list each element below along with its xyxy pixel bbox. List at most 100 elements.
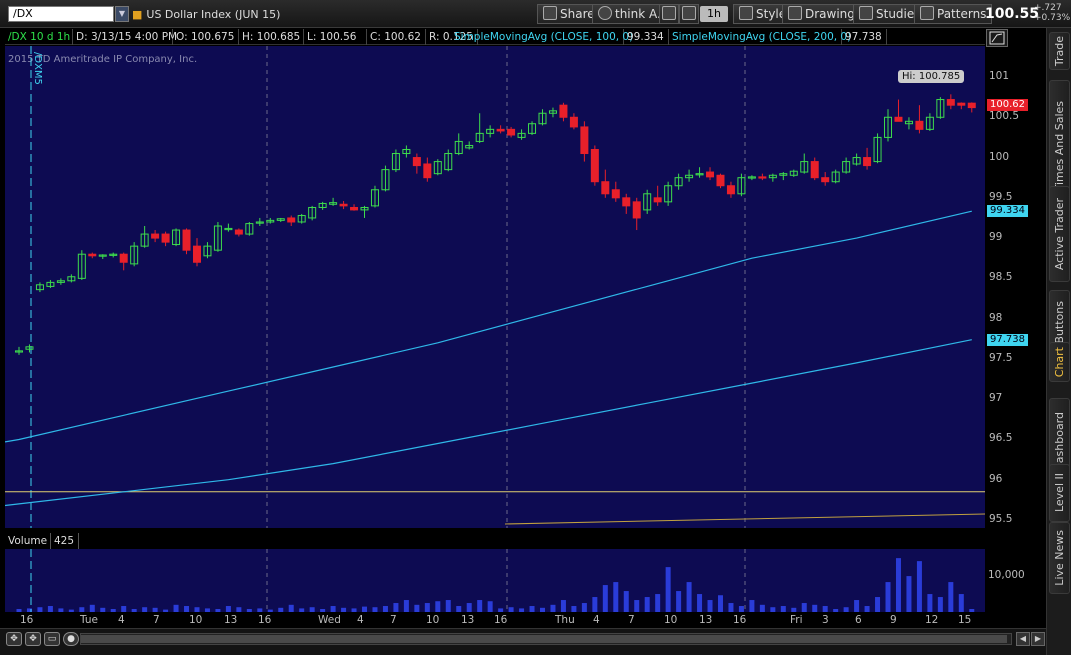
symbol-dropdown-button[interactable]: ▼ [115, 6, 129, 22]
crosshair-tool-button[interactable] [659, 4, 679, 24]
candle-body [192, 245, 201, 263]
time-axis-tick: Fri [790, 614, 803, 626]
patterns-icon [920, 6, 934, 20]
volume-bar [173, 604, 179, 612]
candle-body [569, 116, 578, 128]
last-price: 100.55 [985, 6, 1040, 22]
volume-bar [634, 600, 640, 612]
candle-body [88, 253, 97, 257]
time-axis-tick: 10 [189, 614, 203, 626]
time-axis-tick: 13 [461, 614, 475, 626]
time-axis-tick: 7 [628, 614, 635, 626]
volume-value: 425 [51, 533, 79, 549]
reset-zoom-icon[interactable]: ● [63, 632, 79, 646]
scroll-left-icon[interactable]: ◀ [1016, 632, 1030, 646]
volume-label: Volume [5, 533, 51, 549]
candle-body [758, 176, 767, 179]
price-axis-tick: 96.5 [989, 432, 1013, 445]
flag-icon: ■ [132, 8, 143, 21]
candle-body [957, 102, 966, 106]
aggregation-button[interactable]: 1h [700, 6, 728, 22]
time-axis-tick: 10 [426, 614, 440, 626]
candle-body [182, 229, 191, 251]
volume-bar [686, 582, 692, 612]
candle-body [161, 233, 170, 243]
volume-bar [393, 603, 399, 612]
patterns-button[interactable]: Patterns [914, 4, 993, 24]
volume-bar [707, 600, 713, 612]
volume-bar [665, 567, 671, 612]
volume-bar [676, 591, 682, 612]
volume-bar [403, 600, 409, 612]
style-icon [739, 6, 753, 20]
zoom-box-icon[interactable]: ▭ [44, 632, 60, 646]
price-axis-tick: 99.5 [989, 190, 1013, 203]
volume-bar [592, 597, 598, 612]
time-axis-tick: 16 [258, 614, 272, 626]
candle-body [706, 171, 715, 178]
price-axis-tick: 99 [989, 231, 1003, 244]
header-sma200-value: 97.738 [842, 29, 887, 45]
horizontal-scrollbar[interactable] [80, 633, 1012, 645]
pan-icon[interactable]: ✥ [6, 632, 22, 646]
wrench-icon [682, 6, 696, 20]
time-axis-tick: Thu [555, 614, 575, 626]
candle-body [151, 233, 160, 239]
tab-level-ii[interactable]: Level II [1049, 464, 1070, 522]
header-low: L: 100.56 [304, 29, 367, 45]
symbol-input[interactable]: /DX [8, 6, 114, 22]
time-axis-tick: 4 [118, 614, 125, 626]
settings-button[interactable] [679, 4, 699, 24]
volume-bar [602, 585, 608, 612]
time-axis-tick: 16 [733, 614, 747, 626]
candle-body [863, 157, 872, 167]
volume-bar [560, 600, 566, 612]
price-axis-tick: 96 [989, 472, 1003, 485]
expand-chart-button[interactable] [986, 29, 1008, 47]
candle-body [580, 126, 589, 155]
tab-trade[interactable]: Trade [1049, 32, 1070, 70]
volume-bar [916, 561, 922, 612]
price-axis-tick: 95.5 [989, 513, 1013, 525]
price-axis-tick: 100.5 [989, 110, 1020, 123]
tab-label: Dashboard [1053, 412, 1066, 472]
time-axis-tick: 4 [593, 614, 600, 626]
candle-body [601, 181, 610, 195]
tab-active-trader[interactable]: Active Trader [1049, 186, 1070, 282]
volume-bar [717, 595, 723, 612]
time-axis-tick: 16 [494, 614, 508, 626]
tab-label: Times And Sales [1053, 100, 1066, 192]
candle-body [287, 217, 296, 223]
volume-bar [697, 594, 703, 612]
price-chart[interactable]: /DXM5 [5, 46, 985, 528]
time-axis-tick: 3 [822, 614, 829, 626]
price-axis-tick: 101 [989, 70, 1010, 82]
volume-bar [655, 594, 661, 612]
volume-bar [550, 604, 556, 612]
scroll-right-icon[interactable]: ▶ [1031, 632, 1045, 646]
right-rail: Trade Times And Sales Active Trader Big … [1046, 28, 1071, 655]
volume-bar [288, 604, 294, 612]
volume-chart[interactable] [5, 549, 985, 612]
tab-live-news[interactable]: Live News [1049, 522, 1070, 594]
net-change-abs: +.727 [1034, 3, 1062, 13]
scrollbar-thumb[interactable] [81, 635, 1007, 643]
time-axis-tick: 16 [20, 614, 34, 626]
candle-body [967, 102, 976, 109]
tab-chart[interactable]: Chart [1049, 342, 1070, 382]
price-axis-tick: 98 [989, 311, 1003, 324]
tab-label: Active Trader [1053, 197, 1066, 271]
price-axis-tick: 97.5 [989, 351, 1013, 364]
candle-body [611, 189, 620, 199]
volume-bar [644, 597, 650, 612]
volume-bar [854, 600, 860, 612]
candle-body [590, 148, 599, 183]
candle-body [339, 203, 348, 207]
zoom-icon[interactable]: ✥ [25, 632, 41, 646]
net-change: +.727 +0.73% [1034, 3, 1070, 23]
header-high: H: 100.685 [239, 29, 304, 45]
time-axis-tick: 15 [958, 614, 972, 626]
sma200-price-tag: 97.738 [987, 334, 1028, 346]
volume-bar [466, 603, 472, 612]
crosshair-icon [662, 6, 676, 20]
